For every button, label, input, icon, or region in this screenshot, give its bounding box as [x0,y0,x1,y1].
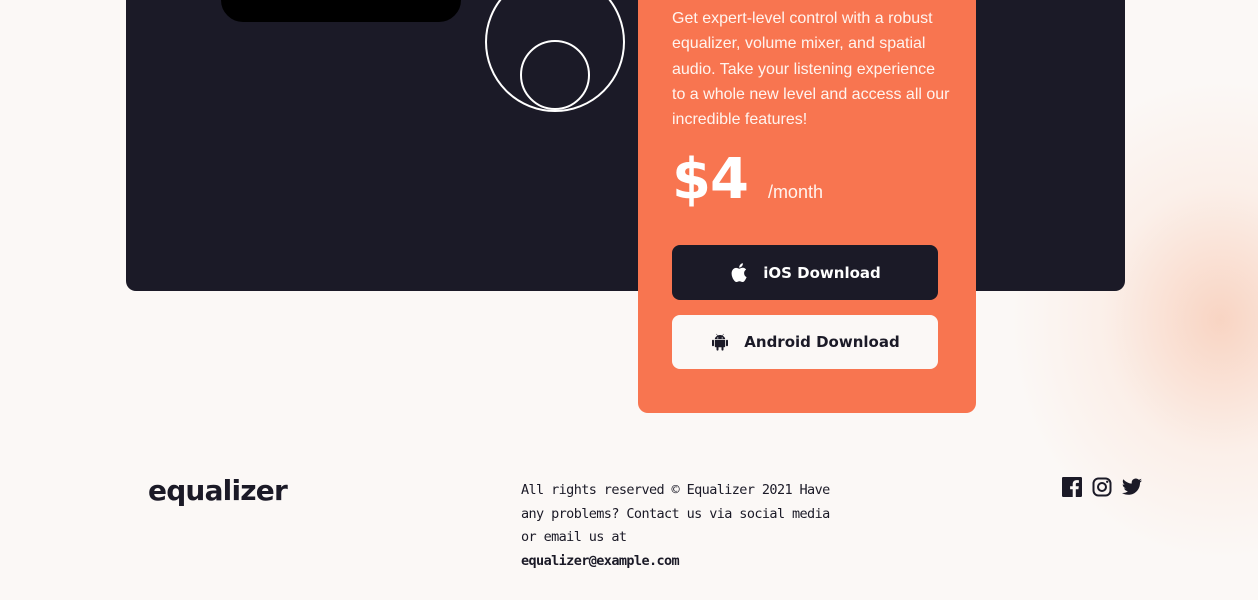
twitter-icon[interactable] [1122,477,1142,497]
page: Get expert-level control with a robust e… [0,0,1258,600]
instagram-icon[interactable] [1092,477,1112,497]
android-download-label: Android Download [744,333,900,351]
footer-logo[interactable]: equalizer [148,474,288,507]
price-amount: $4 [672,147,749,212]
price-period: /month [767,182,823,202]
phone-mockup [221,0,461,22]
footer-copyright-text: All rights reserved © Equalizer 2021 Hav… [521,482,830,545]
pricing-card: Get expert-level control with a robust e… [638,0,976,413]
ios-download-button[interactable]: iOS Download [672,245,938,300]
apple-icon [729,263,749,283]
price-row: $4 /month [672,152,823,208]
facebook-icon[interactable] [1062,477,1082,497]
decorative-circle-small [520,40,590,110]
android-download-button[interactable]: Android Download [672,315,938,369]
social-links [1062,477,1142,497]
pricing-description: Get expert-level control with a robust e… [672,10,950,129]
ios-download-label: iOS Download [763,263,881,282]
android-icon [710,332,730,352]
footer-email-link[interactable]: equalizer@example.com [521,550,680,574]
